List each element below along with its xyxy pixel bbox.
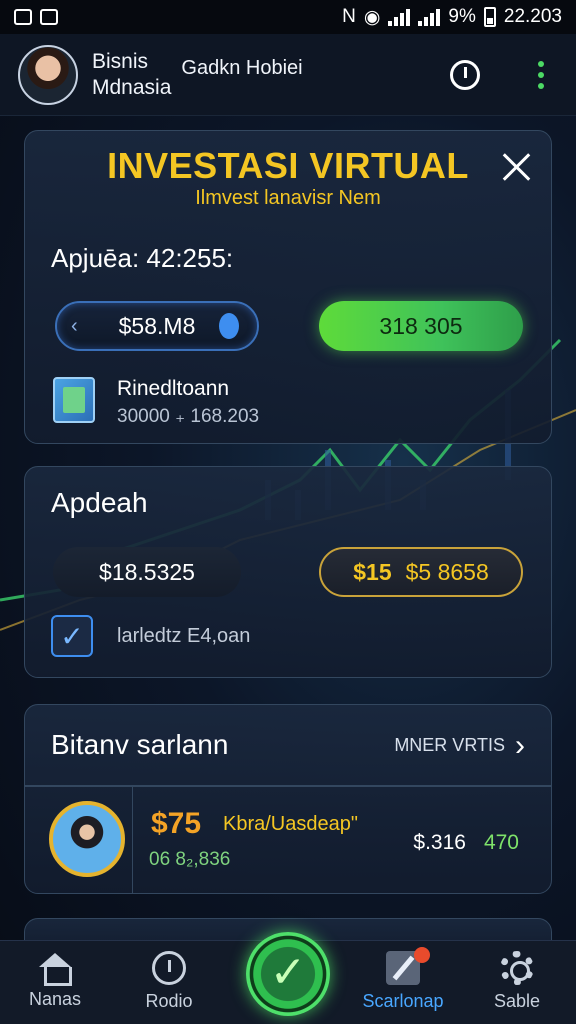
checkbox-label: larledtz E4,oan xyxy=(117,625,251,647)
history-icon[interactable] xyxy=(450,59,480,90)
left-value-button[interactable]: $18.5325 xyxy=(53,547,241,597)
portfolio-value: 30000 ₊ 168.203 xyxy=(117,406,260,427)
confirm-fab-button[interactable]: ✓ xyxy=(246,932,330,1016)
invest-title: INVESTASI VIRTUAL xyxy=(107,145,469,186)
toggle-knob-icon xyxy=(219,313,239,339)
status-bar: N ◉ 9% 22.203 xyxy=(0,0,576,34)
notification-badge xyxy=(414,947,430,963)
more-menu-icon[interactable] xyxy=(538,60,544,89)
see-more-label: MNER VRTIS xyxy=(394,735,505,755)
close-icon[interactable] xyxy=(501,151,533,183)
amount-input-value: $58.M8 xyxy=(118,312,196,339)
nav-home[interactable]: Nanas xyxy=(0,949,110,1010)
user-name-line2: Mdnasia xyxy=(92,75,172,99)
checkmark-icon: ✓ xyxy=(60,620,84,652)
battery-percent: 9% xyxy=(448,6,476,27)
home-icon xyxy=(37,953,73,986)
left-value-label: $18.5325 xyxy=(99,558,195,585)
nav-radio[interactable]: Rodio xyxy=(114,949,224,1012)
invest-action-button[interactable]: 318 305 xyxy=(319,301,523,351)
chevron-left-icon: ‹ xyxy=(71,314,78,337)
nav-search-label: Scarlonap xyxy=(362,991,444,1011)
amount-input[interactable]: ‹ $58.M8 xyxy=(55,301,259,351)
dollar-icon: $15 xyxy=(353,558,392,585)
list-item[interactable]: $75 Kbra/Uasdeap" 06 8₂,836 $.316 470 xyxy=(25,787,551,893)
item-change: 470 xyxy=(483,831,519,854)
apdeah-card: Apdeah $18.5325 $15 $5 8658 ✓ larledtz E… xyxy=(24,466,552,678)
user-name: Bisnis Mdnasia xyxy=(92,49,171,101)
nfc-icon: N xyxy=(342,6,356,27)
list-card: Bitanv sarlann MNER VRTIS › $75 Kbra/Uas… xyxy=(24,704,552,894)
signal-icon xyxy=(388,8,411,26)
item-value-amount: $.316 xyxy=(413,831,466,854)
balance-label: Apjuēa: 42:255: xyxy=(51,243,234,273)
see-more-link[interactable]: MNER VRTIS › xyxy=(394,728,525,762)
battery-icon xyxy=(483,7,496,27)
item-thumb-frame xyxy=(25,787,133,893)
check-icon: ✓ xyxy=(269,947,307,997)
invest-action-label: 318 305 xyxy=(379,312,463,339)
nav-search[interactable]: Scarlonap xyxy=(348,947,458,1012)
wifi-icon: ◉ xyxy=(363,6,381,28)
portfolio-name[interactable]: Rinedltoann xyxy=(117,377,229,401)
nav-home-label: Nanas xyxy=(28,989,82,1009)
invest-card: INVESTASI VIRTUAL Ilmvest lanavisr Nem A… xyxy=(24,130,552,444)
list-title: Bitanv sarlann xyxy=(51,729,229,760)
radio-icon xyxy=(152,951,186,985)
avatar[interactable] xyxy=(18,44,78,105)
item-avatar xyxy=(49,801,125,877)
app-header: Bisnis Mdnasia Gadkn Hobiei xyxy=(0,34,576,116)
item-name: Kbra/Uasdeap" xyxy=(223,813,358,835)
apdeah-title: Apdeah xyxy=(51,487,148,518)
nav-radio-label: Rodio xyxy=(145,991,193,1011)
portfolio-icon xyxy=(53,377,95,423)
user-name-line1: Bisnis xyxy=(92,49,149,73)
sim-icon xyxy=(40,9,58,25)
chevron-right-icon: › xyxy=(515,728,525,762)
item-value: $.316 470 xyxy=(413,831,519,855)
item-subtext: 06 8₂,836 xyxy=(149,849,231,870)
signal-icon-2 xyxy=(418,8,441,26)
nav-settings-label: Sable xyxy=(493,991,541,1011)
gear-icon xyxy=(500,951,534,985)
invest-subtitle: Ilmvest lanavisr Nem xyxy=(195,187,381,209)
app-name: Gadkn Hobiei xyxy=(181,57,303,79)
nav-settings[interactable]: Sable xyxy=(462,949,572,1012)
confirm-checkbox[interactable]: ✓ xyxy=(51,615,93,657)
image-icon xyxy=(14,9,32,25)
right-value-label: $5 8658 xyxy=(405,558,489,585)
item-price: $75 xyxy=(151,807,202,840)
status-time: 22.203 xyxy=(503,6,562,27)
right-value-button[interactable]: $15 $5 8658 xyxy=(319,547,523,597)
